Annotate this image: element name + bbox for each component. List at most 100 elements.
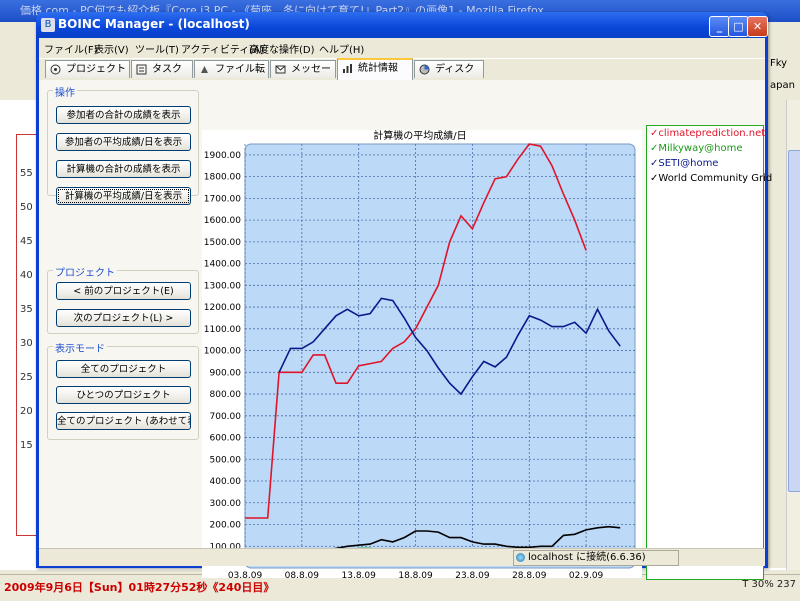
y-tick-label: 1500.00 [204, 238, 241, 248]
legend-label: Milkyway@home [658, 143, 743, 154]
x-tick-label: 08.8.09 [285, 571, 320, 578]
tab-transfers[interactable]: ファイル転送 [194, 60, 269, 93]
web-axis-tick: 55 [20, 168, 33, 179]
operations-label: 操作 [53, 84, 77, 99]
web-axis-tick: 25 [20, 372, 33, 383]
web-chart-frame [16, 134, 37, 536]
previous-project-button[interactable]: < 前のプロジェクト(E) [56, 282, 191, 300]
chart-title: 計算機の平均成績/日 [373, 130, 466, 142]
legend-item-milkyway[interactable]: ✓Milkyway@home [650, 143, 743, 154]
disk-icon [419, 64, 430, 75]
statistics-icon [343, 64, 352, 73]
close-button[interactable]: ✕ [747, 16, 768, 37]
window-title: BOINC Manager - (localhost) [58, 17, 250, 31]
y-tick-label: 800.00 [210, 390, 242, 400]
scrollbar-thumb[interactable] [788, 150, 800, 492]
legend-label: World Community Grid [658, 173, 773, 184]
y-tick-label: 900.00 [210, 368, 242, 378]
transfers-icon [201, 66, 208, 73]
statistics-page: 操作 参加者の合計の成績を表示 参加者の平均成績/日を表示 計算機の合計の成績を… [39, 80, 772, 581]
legend-item-seti[interactable]: ✓SETI@home [650, 158, 718, 169]
y-tick-label: 1000.00 [204, 347, 241, 357]
y-tick-label: 300.00 [210, 499, 242, 509]
connection-status: localhost に接続(6.6.36) [513, 550, 679, 566]
legend-label: SETI@home [658, 158, 719, 169]
web-axis-tick: 35 [20, 304, 33, 315]
y-tick-label: 1400.00 [204, 260, 241, 270]
y-tick-label: 500.00 [210, 455, 242, 465]
legend-item-climateprediction[interactable]: ✓climateprediction.net [650, 128, 765, 139]
minimize-button[interactable]: _ [709, 16, 730, 37]
menu-help[interactable]: ヘルプ(H) [319, 41, 364, 56]
x-tick-label: 02.9.09 [569, 571, 604, 578]
chart-svg: 計算機の平均成績/日100.00200.00300.00400.00500.00… [204, 129, 636, 581]
y-tick-label: 1800.00 [204, 173, 241, 183]
right-note-2: apan [770, 80, 795, 91]
project-label: プロジェクト [53, 264, 117, 279]
x-tick-label: 23.8.09 [455, 571, 490, 578]
tab-projects[interactable]: プロジェクト [45, 60, 130, 78]
tab-label: 統計情報 [358, 63, 398, 74]
y-tick-label: 1900.00 [204, 151, 241, 161]
menu-bar: ファイル(F) 表示(V) ツール(T) アクティビティ(A) 高度な操作(D)… [39, 38, 765, 59]
plot-area [244, 143, 636, 569]
y-tick-label: 1200.00 [204, 303, 241, 313]
title-bar[interactable]: B BOINC Manager - (localhost) _ □ ✕ [36, 12, 768, 38]
x-tick-label: 03.8.09 [228, 571, 263, 578]
y-tick-label: 1300.00 [204, 281, 241, 291]
legend-label: climateprediction.net [658, 128, 766, 139]
all-projects-together-button[interactable]: 全てのプロジェクト (あわせて表示) [56, 412, 191, 430]
user-average-button[interactable]: 参加者の平均成績/日を表示 [56, 133, 191, 151]
mode-label: 表示モード [53, 340, 107, 355]
window-body: ファイル(F) 表示(V) ツール(T) アクティビティ(A) 高度な操作(D)… [39, 38, 772, 581]
tab-label: ディスク [435, 64, 475, 75]
all-projects-button[interactable]: 全てのプロジェクト [56, 360, 191, 378]
next-project-button[interactable]: 次のプロジェクト(L) > [56, 309, 191, 327]
tab-tasks[interactable]: タスク [131, 60, 193, 78]
y-tick-label: 400.00 [210, 477, 242, 487]
tab-label: プロジェクト [66, 64, 126, 75]
status-bar: localhost に接続(6.6.36) [39, 548, 765, 566]
maximize-button[interactable]: □ [728, 16, 749, 37]
web-axis-tick: 45 [20, 236, 33, 247]
right-note-1: Fky [770, 58, 788, 69]
messages-icon [275, 65, 286, 74]
web-axis-tick: 30 [20, 338, 33, 349]
y-tick-label: 600.00 [210, 434, 242, 444]
tab-label: タスク [152, 64, 182, 75]
projects-icon [50, 64, 61, 75]
tab-bar: プロジェクト タスク ファイル転送 メッセージ 統計情報 ディスク [39, 58, 765, 93]
host-average-button[interactable]: 計算機の平均成績/日を表示 [56, 187, 191, 205]
x-tick-label: 13.8.09 [342, 571, 377, 578]
clock-text: 2009年9月6日【Sun】01時27分52秒《240日目》 [4, 581, 275, 594]
menu-tools[interactable]: ツール(T) [135, 41, 179, 56]
menu-advanced[interactable]: 高度な操作(D) [249, 41, 315, 56]
y-tick-label: 700.00 [210, 412, 242, 422]
web-axis-tick: 50 [20, 202, 33, 213]
boinc-window: B BOINC Manager - (localhost) _ □ ✕ ファイル… [36, 12, 772, 581]
x-tick-label: 28.8.09 [512, 571, 547, 578]
menu-file[interactable]: ファイル(F) [44, 41, 98, 56]
user-total-button[interactable]: 参加者の合計の成績を表示 [56, 106, 191, 124]
y-tick-label: 1100.00 [204, 325, 241, 335]
statistics-chart: 計算機の平均成績/日100.00200.00300.00400.00500.00… [202, 129, 642, 581]
system-tray[interactable]: T 30% 237 [742, 579, 796, 590]
tab-messages[interactable]: メッセージ [270, 60, 336, 93]
menu-view[interactable]: 表示(V) [94, 41, 129, 56]
web-axis-tick: 20 [20, 406, 33, 417]
legend-item-wcg[interactable]: ✓World Community Grid [650, 173, 772, 184]
y-tick-label: 200.00 [210, 521, 242, 531]
web-axis-tick: 40 [20, 270, 33, 281]
tab-statistics[interactable]: 統計情報 [337, 58, 413, 80]
host-total-button[interactable]: 計算機の合計の成績を表示 [56, 160, 191, 178]
page-scrollbar[interactable] [786, 100, 800, 570]
connection-text: localhost に接続(6.6.36) [528, 552, 646, 563]
x-tick-label: 18.8.09 [398, 571, 433, 578]
connection-icon [516, 553, 525, 562]
tab-disk[interactable]: ディスク [414, 60, 484, 78]
y-tick-label: 1700.00 [204, 194, 241, 204]
boinc-icon: B [41, 18, 55, 32]
one-project-button[interactable]: ひとつのプロジェクト [56, 386, 191, 404]
tasks-icon [136, 64, 147, 75]
web-axis-tick: 15 [20, 440, 33, 451]
